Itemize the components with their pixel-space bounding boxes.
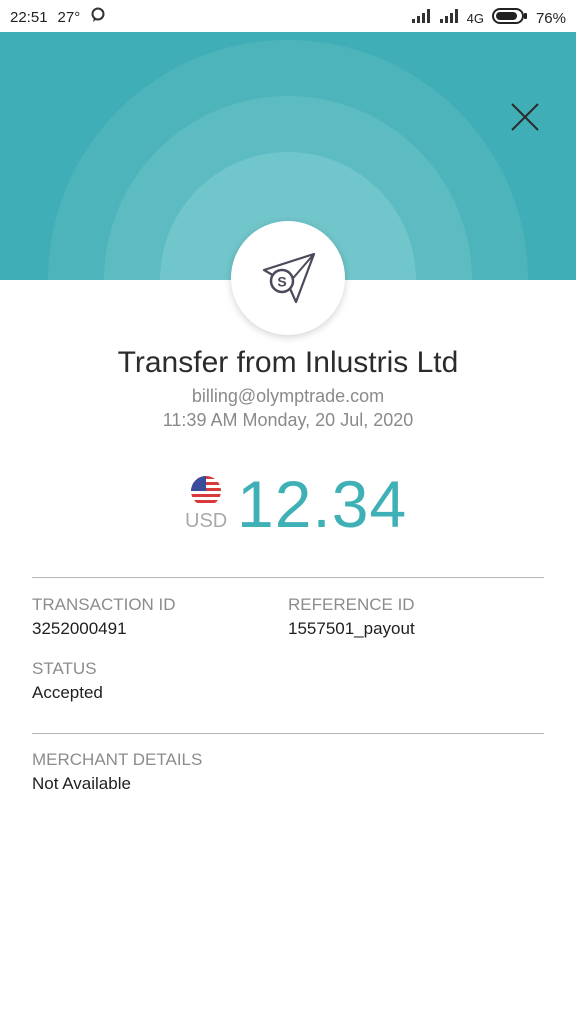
transaction-title: Transfer from Inlustris Ltd bbox=[117, 346, 459, 379]
reference-id-label: REFERENCE ID bbox=[288, 595, 415, 614]
close-icon bbox=[511, 103, 539, 131]
battery-level: 76% bbox=[535, 9, 566, 27]
reference-id-value: 1557501_payout bbox=[288, 619, 415, 638]
battery-icon bbox=[491, 7, 528, 29]
transaction-amount: 12.34 bbox=[237, 467, 408, 541]
transaction-id-value: 3252000491 bbox=[32, 619, 127, 638]
svg-text:S: S bbox=[277, 274, 286, 290]
status-value: Accepted bbox=[32, 683, 103, 702]
status-label: STATUS bbox=[32, 659, 97, 678]
status-temperature: 27° bbox=[57, 8, 81, 26]
transaction-id-label: TRANSACTION ID bbox=[32, 595, 176, 614]
transaction-datetime: 11:39 AM Monday, 20 Jul, 2020 bbox=[162, 410, 414, 430]
divider bbox=[32, 577, 544, 578]
signal-icon bbox=[411, 8, 431, 28]
paper-plane-icon: S bbox=[262, 252, 316, 304]
merchant-logo: S bbox=[231, 221, 345, 335]
divider bbox=[32, 733, 544, 734]
currency-code: USD bbox=[185, 510, 228, 532]
status-bar: 22:51 27° 4G 76% bbox=[0, 0, 576, 32]
network-type: 4G bbox=[466, 10, 484, 26]
status-left: 22:51 27° bbox=[10, 7, 106, 27]
merchant-details-label: MERCHANT DETAILS bbox=[32, 750, 203, 769]
signal-icon bbox=[439, 8, 459, 28]
merchant-details-value: Not Available bbox=[32, 774, 131, 793]
us-flag-icon bbox=[191, 476, 221, 511]
status-right: 4G 76% bbox=[411, 7, 566, 29]
merchant-email: billing@olymptrade.com bbox=[191, 386, 385, 406]
close-button[interactable] bbox=[506, 98, 544, 136]
status-time: 22:51 bbox=[10, 8, 48, 26]
chat-icon bbox=[90, 7, 106, 27]
amount-block: USD 12.34 bbox=[185, 467, 415, 541]
